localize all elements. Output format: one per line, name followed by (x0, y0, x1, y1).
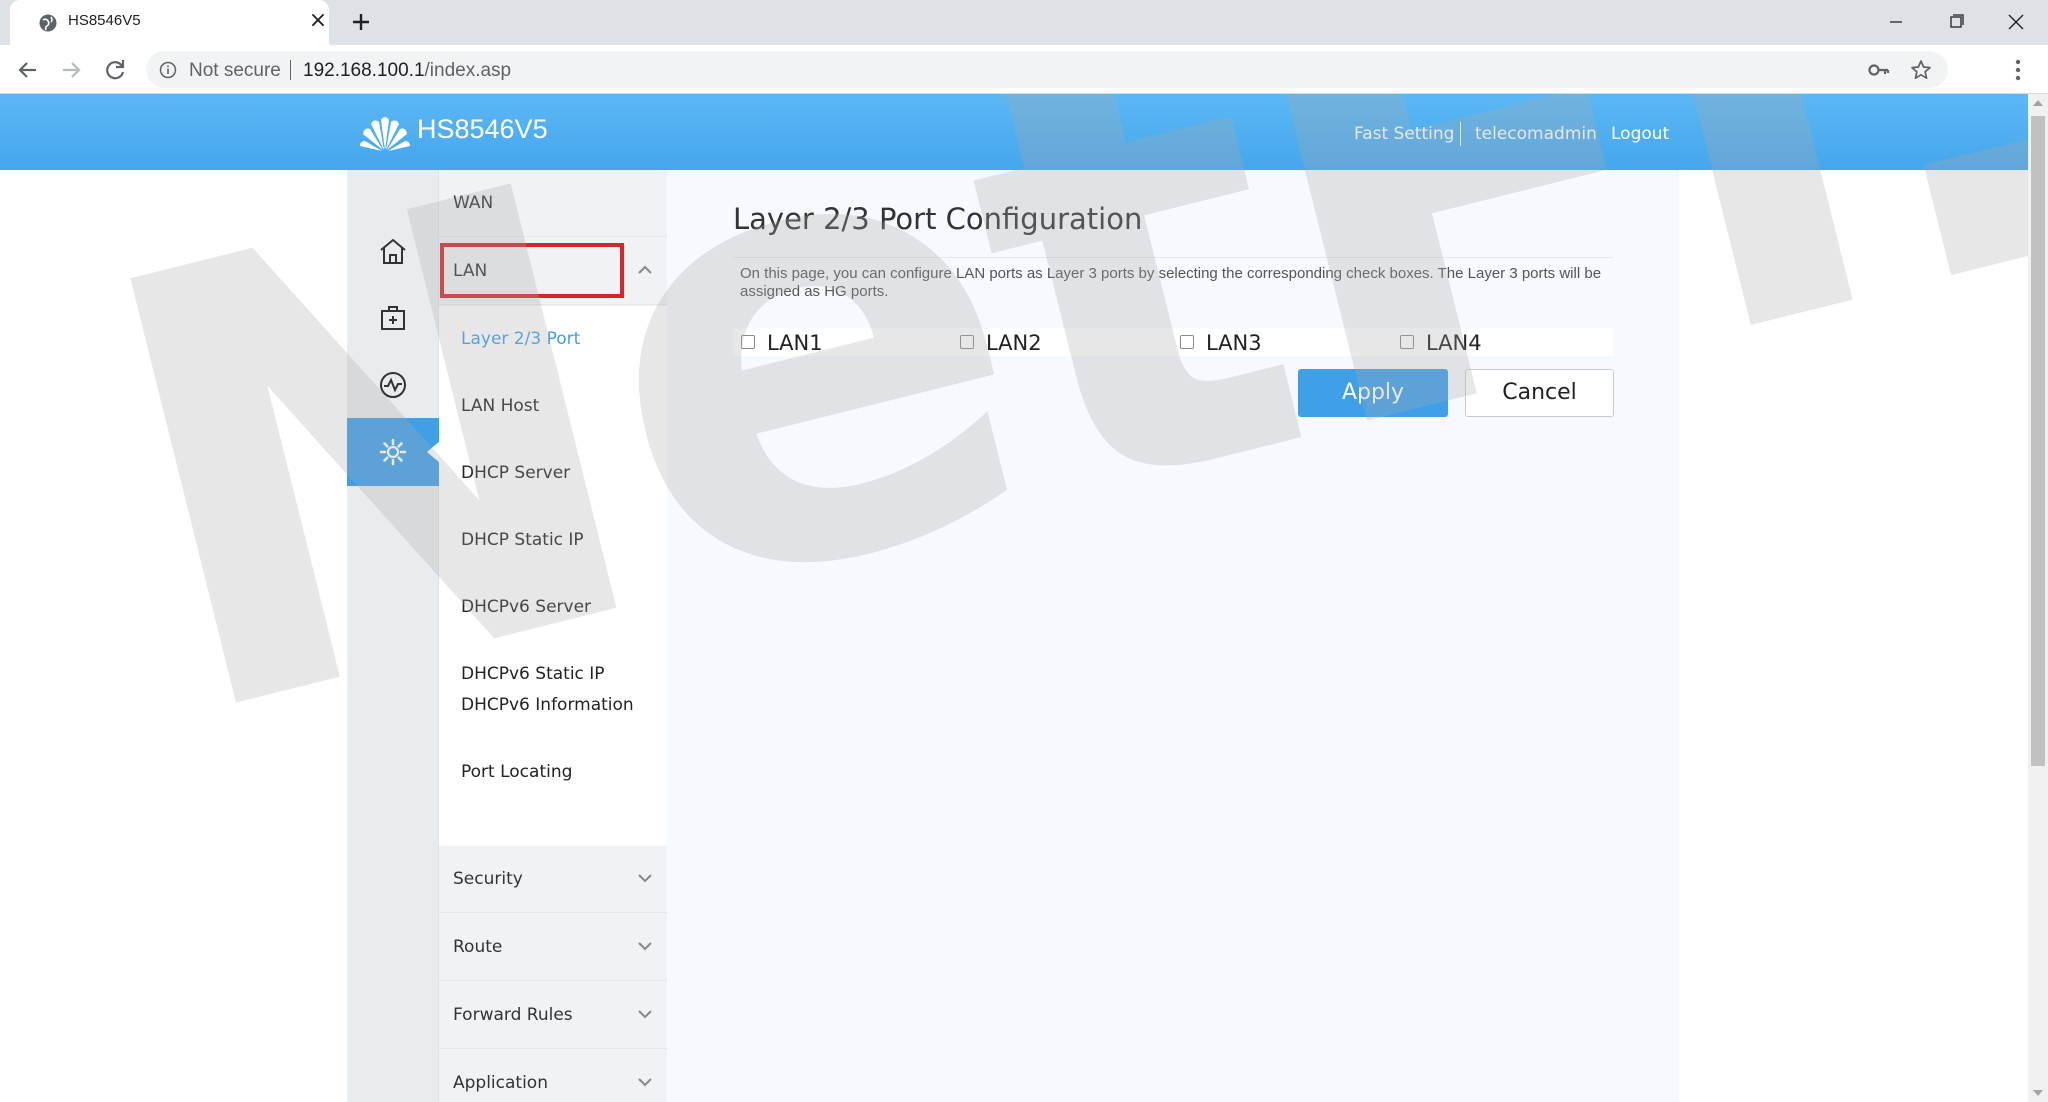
submenu-item-lan-host[interactable]: LAN Host (461, 396, 539, 416)
submenu-item-dhcp-static-ip[interactable]: DHCP Static IP (461, 530, 584, 550)
close-window-icon[interactable] (1986, 0, 2046, 45)
diagnose-icon (380, 372, 406, 398)
security-label[interactable]: Not secure (189, 60, 281, 82)
key-icon[interactable] (1868, 60, 1890, 80)
submenu-item-dhcpv6-information[interactable]: DHCPv6 Information (461, 695, 634, 715)
chevron-down-icon (638, 1078, 652, 1087)
address-separator (290, 60, 291, 80)
submenu-item-layer23-port[interactable]: Layer 2/3 Port (461, 329, 580, 349)
menu-group-label: Security (453, 869, 523, 889)
lan2-checkbox[interactable] (960, 335, 974, 349)
cancel-button[interactable]: Cancel (1465, 369, 1614, 417)
menu-group-route[interactable]: Route (439, 914, 667, 981)
tab-close-icon[interactable]: × (306, 10, 330, 34)
restore-icon[interactable] (1926, 0, 1986, 45)
menu-group-wan[interactable]: WAN (439, 170, 667, 237)
submenu-item-port-locating[interactable]: Port Locating (461, 762, 572, 782)
scroll-up-arrow-icon[interactable] (2033, 100, 2043, 106)
title-divider (733, 257, 1613, 258)
main-content: Layer 2/3 Port Configuration On this pag… (733, 94, 1614, 1102)
forward-arrow-icon[interactable] (55, 54, 87, 86)
brand-title: HS8546V5 (417, 114, 548, 144)
scroll-down-arrow-icon[interactable] (2033, 1090, 2043, 1096)
tab-title: HS8546V5 (68, 12, 141, 29)
bookmark-star-icon[interactable] (1910, 59, 1932, 81)
address-bar[interactable]: Not secure 192.168.100.1/index.asp (146, 51, 1948, 88)
lan-submenu: Layer 2/3 Port LAN Host DHCP Server DHCP… (439, 306, 667, 710)
page-viewport: HS8546V5 Fast Setting telecomadmin Logou… (0, 94, 2028, 1102)
menu-group-label: Route (453, 937, 503, 957)
browser-tab[interactable]: HS8546V5 × (10, 0, 329, 45)
new-tab-icon[interactable] (347, 8, 375, 36)
port-label: LAN4 (1426, 331, 1482, 355)
chevron-down-icon (638, 1010, 652, 1019)
minimize-icon[interactable] (1866, 0, 1926, 45)
scrollbar-thumb[interactable] (2031, 116, 2045, 766)
browser-toolbar: Not secure 192.168.100.1/index.asp (0, 45, 2048, 94)
menu-group-application[interactable]: Application (439, 1050, 667, 1102)
logout-link[interactable]: Logout (1611, 124, 1669, 144)
gear-icon (379, 438, 407, 466)
url-path: /index.asp (424, 60, 512, 81)
huawei-logo-icon (360, 117, 410, 151)
annotation-highlight-box (440, 243, 624, 298)
url-text[interactable]: 192.168.100.1/index.asp (303, 60, 511, 82)
lan-submenu-continued: DHCPv6 Information Port Locating (439, 695, 667, 846)
port-checkbox-row: LAN1 LAN2 LAN3 LAN4 (733, 328, 1613, 356)
browser-menu-icon[interactable] (2005, 57, 2031, 83)
side-menu: WAN LAN Layer 2/3 Port LAN Host DHCP Ser… (439, 170, 667, 1102)
page-description: On this page, you can configure LAN port… (740, 265, 1602, 300)
rail-item-advanced[interactable] (347, 418, 440, 486)
menu-group-label: Application (453, 1073, 548, 1093)
back-arrow-icon[interactable] (12, 54, 44, 86)
port-label: LAN2 (986, 331, 1042, 355)
lan3-checkbox[interactable] (1180, 335, 1194, 349)
chevron-down-icon (638, 942, 652, 951)
submenu-item-dhcp-server[interactable]: DHCP Server (461, 463, 570, 483)
port-label: LAN1 (767, 331, 823, 355)
submenu-item-dhcpv6-server[interactable]: DHCPv6 Server (461, 597, 591, 617)
info-icon[interactable] (159, 61, 177, 79)
icon-rail (347, 170, 440, 1102)
rail-item-home[interactable] (347, 217, 439, 285)
menu-group-label: WAN (453, 193, 494, 213)
rail-item-maintenance[interactable] (347, 284, 439, 352)
lan4-checkbox[interactable] (1400, 335, 1414, 349)
toolbox-icon (381, 306, 405, 330)
chevron-down-icon (638, 874, 652, 883)
menu-group-forward-rules[interactable]: Forward Rules (439, 982, 667, 1049)
home-icon (380, 238, 406, 264)
reload-icon[interactable] (99, 54, 131, 86)
submenu-item-dhcpv6-static-ip[interactable]: DHCPv6 Static IP (461, 664, 605, 684)
rail-item-diagnose[interactable] (347, 351, 439, 419)
menu-group-security[interactable]: Security (439, 846, 667, 913)
globe-icon (39, 14, 57, 32)
page-scrollbar[interactable] (2028, 94, 2048, 1102)
apply-button[interactable]: Apply (1298, 369, 1448, 417)
menu-group-label: Forward Rules (453, 1005, 573, 1025)
browser-tabstrip: HS8546V5 × (0, 0, 2048, 45)
lan1-checkbox[interactable] (741, 335, 755, 349)
page-title: Layer 2/3 Port Configuration (733, 202, 1143, 236)
chevron-up-icon (638, 265, 652, 274)
port-label: LAN3 (1206, 331, 1262, 355)
url-host: 192.168.100.1 (303, 60, 425, 81)
